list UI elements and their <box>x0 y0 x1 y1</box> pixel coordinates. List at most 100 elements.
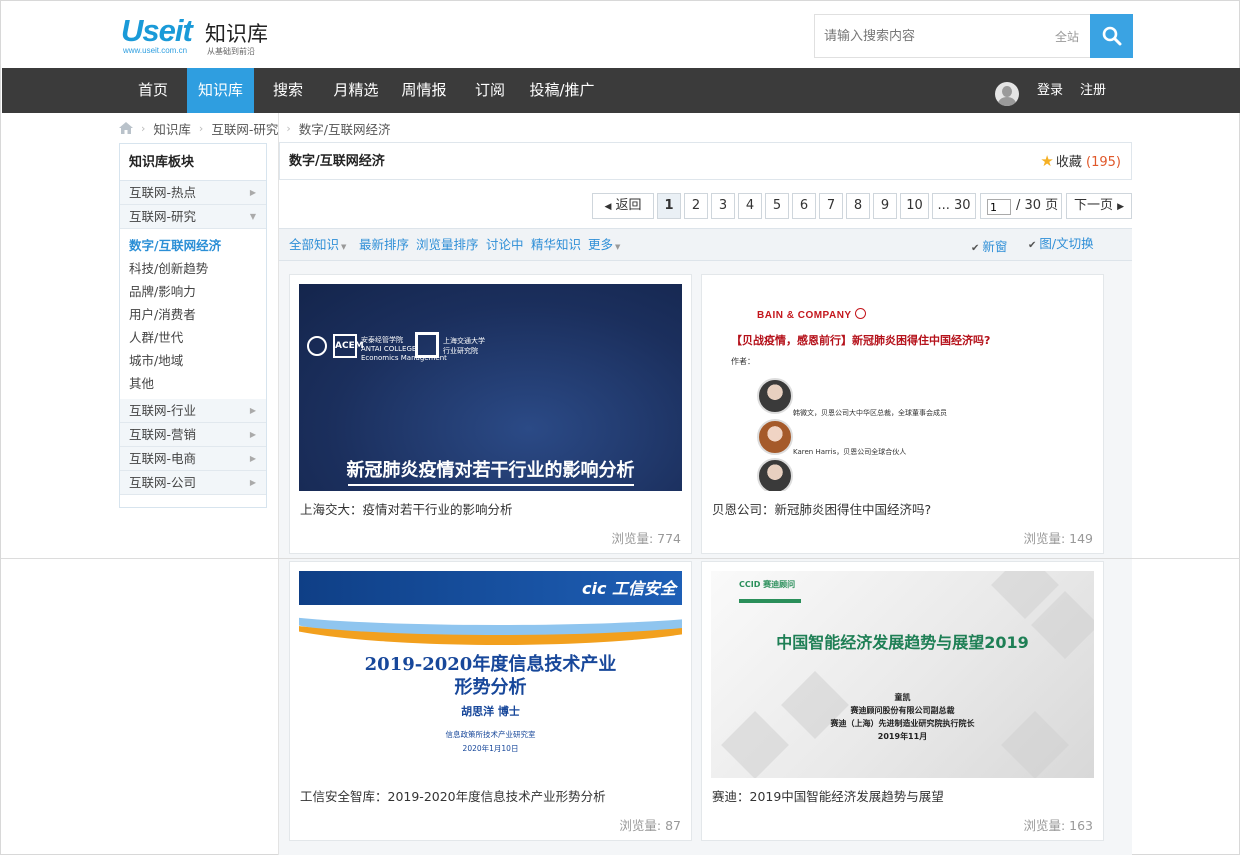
author-photo <box>757 378 793 414</box>
page-jump-input[interactable] <box>987 199 1011 215</box>
page-9[interactable]: 9 <box>873 193 897 219</box>
search-scope[interactable]: 全站 <box>1055 28 1079 45</box>
favorite-count: (195) <box>1086 155 1121 170</box>
nav-search[interactable]: 搜索 <box>264 68 312 113</box>
main-nav: 首页 知识库 搜索 月精选 周情报 订阅 投稿/推广 登录 注册 <box>2 68 1240 113</box>
card-title[interactable]: 赛迪：2019中国智能经济发展趋势与展望 <box>712 786 944 805</box>
nav-monthly[interactable]: 月精选 <box>324 68 388 113</box>
sidebar-group-marketing[interactable]: 互联网-营销 ▶ <box>120 423 266 447</box>
search-button[interactable] <box>1090 14 1133 58</box>
thumbnail-line: 童凯 <box>894 693 911 702</box>
filter-featured[interactable]: 精华知识 <box>531 229 581 260</box>
brand-logo: BAIN & COMPANY <box>757 308 866 321</box>
filter-more[interactable]: 更多 ▼ <box>588 229 620 263</box>
page-8[interactable]: 8 <box>846 193 870 219</box>
page-4[interactable]: 4 <box>738 193 762 219</box>
view-toggle-checkbox[interactable]: ✔ 图/文切换 <box>1028 229 1094 260</box>
site-logo[interactable]: Useit www.useit.com.cn 知识库 从基础到前沿 <box>121 13 281 58</box>
sidebar-group-ecommerce[interactable]: 互联网-电商 ▶ <box>120 447 266 471</box>
thumbnail-line: 赛迪顾问股份有限公司副总裁 <box>850 706 955 715</box>
article-card[interactable]: BAIN & COMPANY 【贝战疫情，感恩前行】新冠肺炎困得住中国经济吗? … <box>701 274 1104 554</box>
login-link[interactable]: 登录 <box>1037 68 1063 113</box>
chevron-right-icon: ▶ <box>249 454 256 463</box>
thumbnail-line: 赛迪（上海）先进制造业研究院执行院长 <box>830 719 975 728</box>
section-header: 数字/互联网经济 ★ 收藏 (195) <box>279 142 1132 180</box>
article-card[interactable]: cic 工信安全 2019-2020年度信息技术产业 形势分析 胡思洋 博士 信息… <box>289 561 692 841</box>
next-page-button[interactable]: 下一页 ▶ <box>1066 193 1132 219</box>
view-count: 浏览量: 149 <box>1023 531 1093 546</box>
card-thumbnail[interactable]: BAIN & COMPANY 【贝战疫情，感恩前行】新冠肺炎困得住中国经济吗? … <box>711 284 1094 491</box>
divider <box>1 558 1240 559</box>
nav-knowledge[interactable]: 知识库 <box>187 68 254 113</box>
institute-name: 上海交通大学 行业研究院 <box>443 337 485 355</box>
sidebar-group-industry[interactable]: 互联网-行业 ▶ <box>120 399 266 423</box>
card-title[interactable]: 贝恩公司：新冠肺炎困得住中国经济吗? <box>712 499 931 518</box>
brand-mark-icon <box>854 308 866 319</box>
logo-tagline: 从基础到前沿 <box>207 47 255 56</box>
page-7[interactable]: 7 <box>819 193 843 219</box>
nav-home[interactable]: 首页 <box>129 68 177 113</box>
new-window-checkbox[interactable]: ✔ 新窗 <box>971 232 1007 263</box>
favorite-button[interactable]: ★ 收藏 (195) <box>1040 143 1121 181</box>
page-2[interactable]: 2 <box>684 193 708 219</box>
sidebar-item-consumer[interactable]: 用户/消费者 <box>120 303 266 326</box>
page-5[interactable]: 5 <box>765 193 789 219</box>
thumbnail-dept: 信息政策所技术产业研究室 <box>445 730 536 739</box>
sidebar-item-brand[interactable]: 品牌/影响力 <box>120 280 266 303</box>
nav-submit[interactable]: 投稿/推广 <box>522 68 602 113</box>
favorite-label: 收藏 <box>1055 155 1082 170</box>
card-title[interactable]: 工信安全智库：2019-2020年度信息技术产业形势分析 <box>300 786 606 805</box>
filter-all[interactable]: 全部知识 ▼ <box>289 229 346 263</box>
sidebar-item-tech[interactable]: 科技/创新趋势 <box>120 257 266 280</box>
page-10[interactable]: 10 <box>900 193 929 219</box>
page-1[interactable]: 1 <box>657 193 681 219</box>
sidebar-item-generation[interactable]: 人群/世代 <box>120 326 266 349</box>
page-3[interactable]: 3 <box>711 193 735 219</box>
thumbnail-heading: 2019-2020年度信息技术产业 形势分析 <box>364 654 617 698</box>
sidebar-group-hot[interactable]: 互联网-热点 ▶ <box>120 181 266 205</box>
card-thumbnail[interactable]: ACEM 安泰经管学院 ANTAI COLLEGE Economics Manage… <box>299 284 682 491</box>
home-icon[interactable] <box>119 122 133 134</box>
page-6[interactable]: 6 <box>792 193 816 219</box>
next-label: 下一页 <box>1073 198 1113 213</box>
breadcrumb-current: 数字/互联网经济 <box>298 121 391 137</box>
view-count: 浏览量: 163 <box>1023 818 1093 833</box>
page-last[interactable]: ... 30 <box>932 193 976 219</box>
article-card[interactable]: ACEM 安泰经管学院 ANTAI COLLEGE Economics Manage… <box>289 274 692 554</box>
register-link[interactable]: 注册 <box>1080 68 1106 113</box>
filter-bar: 全部知识 ▼ 最新排序 浏览量排序 讨论中 精华知识 更多 ▼ ✔ 新窗 ✔ 图/文切换 <box>279 228 1132 261</box>
nav-weekly[interactable]: 周情报 <box>392 68 456 113</box>
thumbnail-author-label: 作者： <box>731 357 755 366</box>
sidebar-title: 知识库板块 <box>120 144 266 181</box>
sort-views[interactable]: 浏览量排序 <box>416 229 479 260</box>
breadcrumb-separator: › <box>286 121 291 135</box>
card-thumbnail[interactable]: CCID 赛迪顾问 中国智能经济发展趋势与展望2019 童凯 赛迪顾问股份有限公… <box>711 571 1094 778</box>
sidebar-group-label: 互联网-研究 <box>129 209 197 224</box>
thumbnail-heading: 中国智能经济发展趋势与展望2019 <box>776 633 1029 652</box>
card-thumbnail[interactable]: cic 工信安全 2019-2020年度信息技术产业 形势分析 胡思洋 博士 信息… <box>299 571 682 778</box>
brand-logo: cic 工信安全 <box>581 579 676 598</box>
card-title[interactable]: 上海交大：疫情对若干行业的影响分析 <box>300 499 513 518</box>
thumbnail-author: 胡思洋 博士 <box>461 705 520 718</box>
breadcrumb-item[interactable]: 知识库 <box>153 119 191 138</box>
avatar[interactable] <box>995 82 1019 106</box>
filter-discussing[interactable]: 讨论中 <box>486 229 524 260</box>
chevron-left-icon: ◀ <box>604 202 612 212</box>
logo-url: www.useit.com.cn <box>123 46 188 55</box>
sidebar-group-research[interactable]: 互联网-研究 ▼ <box>120 205 266 229</box>
thumbnail-line: 2019年11月 <box>877 732 928 741</box>
back-button[interactable]: ◀ 返回 <box>592 193 654 219</box>
chevron-right-icon: ▶ <box>249 188 256 197</box>
nav-subscribe[interactable]: 订阅 <box>468 68 512 113</box>
sidebar-item-city[interactable]: 城市/地域 <box>120 349 266 372</box>
chevron-right-icon: ▶ <box>1117 202 1125 212</box>
sidebar-group-company[interactable]: 互联网-公司 ▶ <box>120 471 266 495</box>
sort-newest[interactable]: 最新排序 <box>359 229 409 260</box>
site-header: Useit www.useit.com.cn 知识库 从基础到前沿 全站 <box>1 1 1239 68</box>
sidebar-item-other[interactable]: 其他 <box>120 372 266 395</box>
search-input[interactable] <box>815 15 1040 57</box>
sidebar-item-digital-economy[interactable]: 数字/互联网经济 <box>120 234 266 257</box>
breadcrumb-item[interactable]: 互联网-研究 <box>211 119 278 138</box>
article-card[interactable]: CCID 赛迪顾问 中国智能经济发展趋势与展望2019 童凯 赛迪顾问股份有限公… <box>701 561 1104 841</box>
sidebar: 知识库板块 互联网-热点 ▶ 互联网-研究 ▼ 数字/互联网经济 科技/创新趋势 品… <box>119 143 267 508</box>
